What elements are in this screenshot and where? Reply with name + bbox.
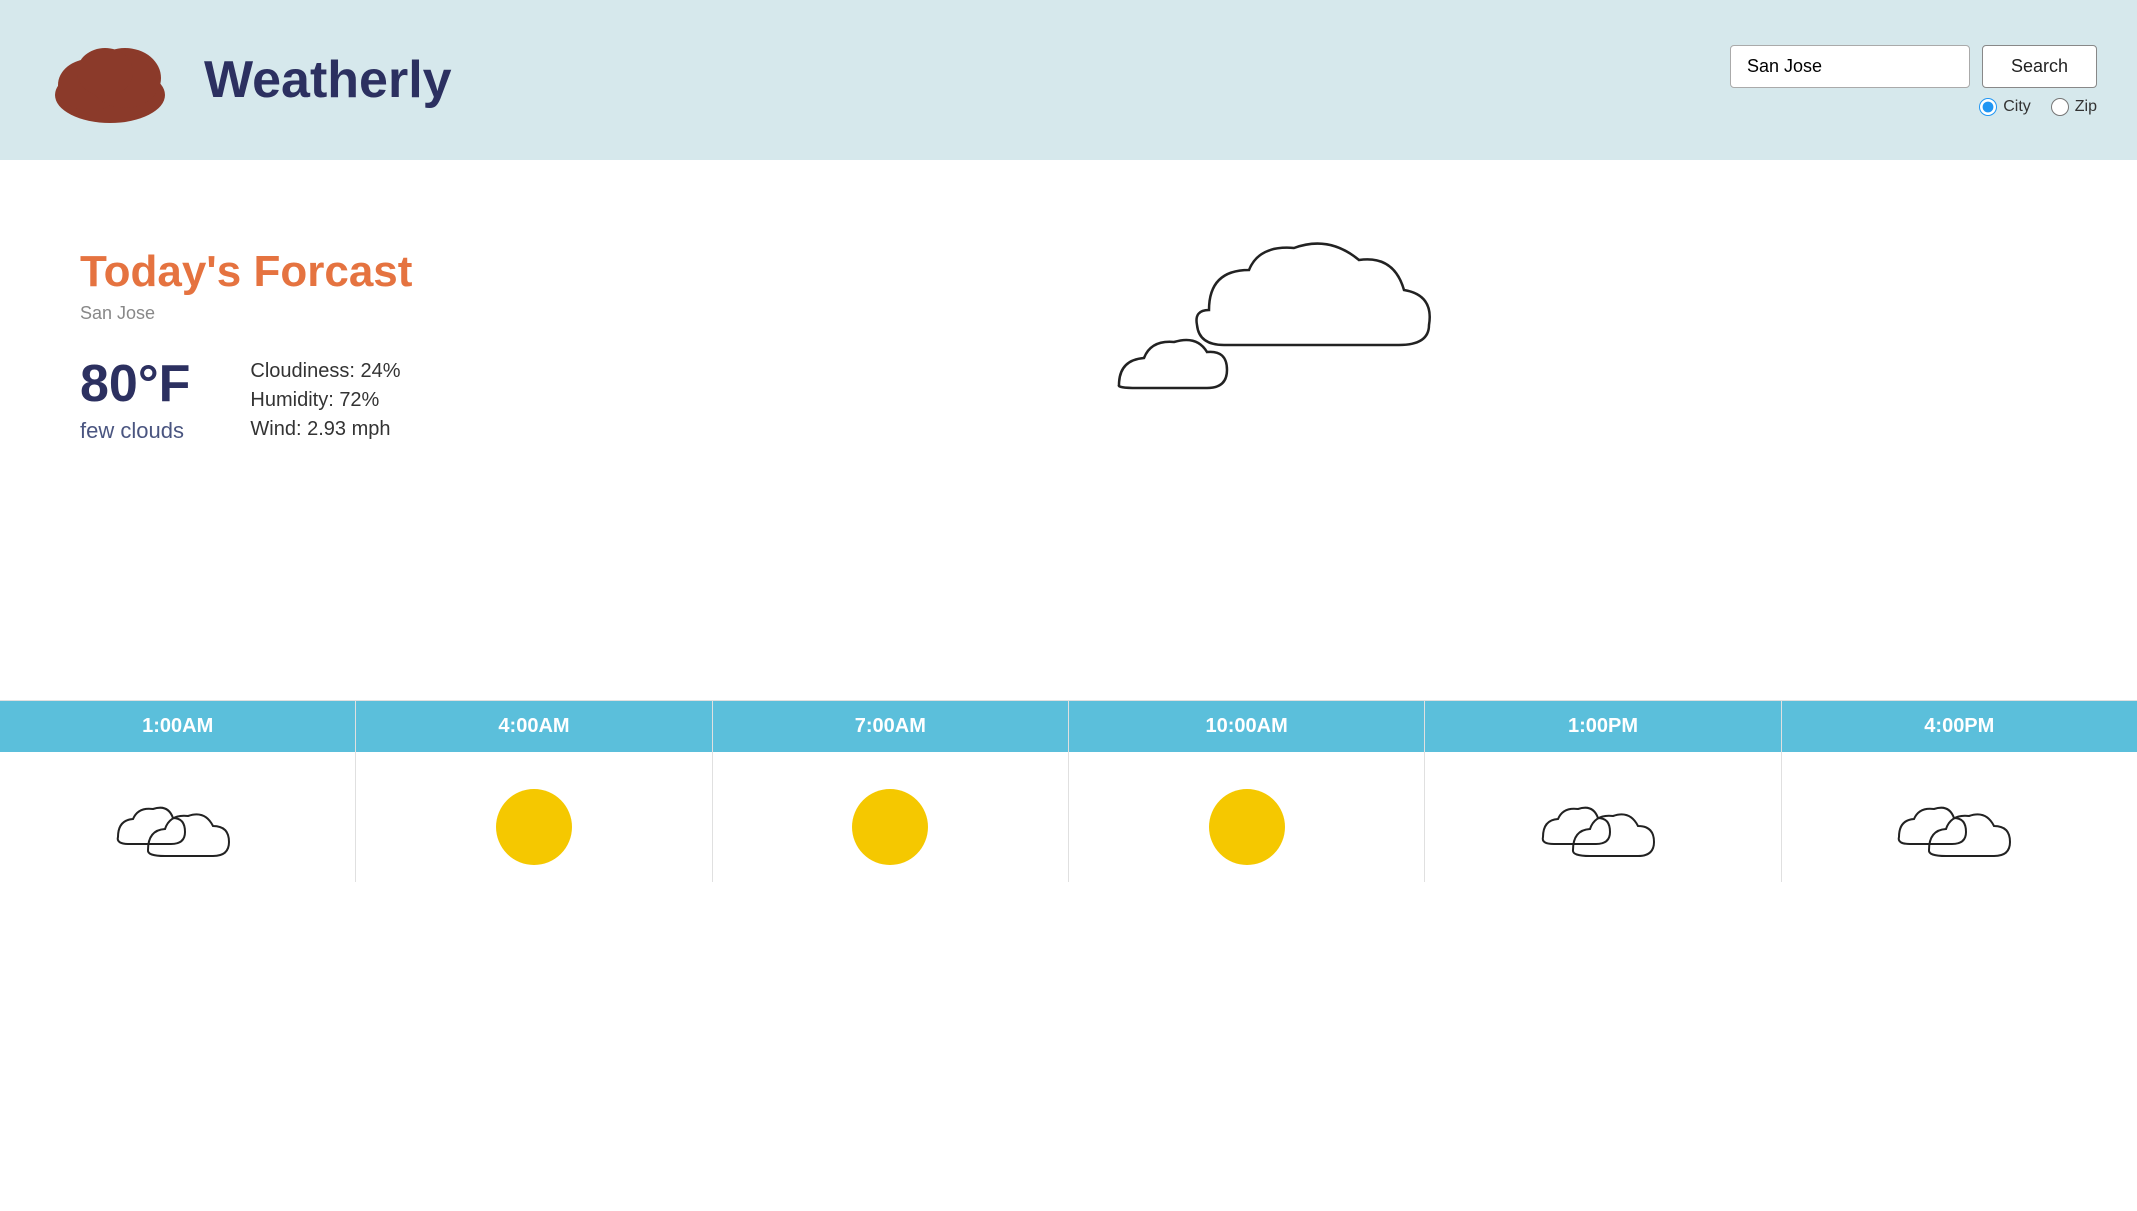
header-right: Search City Zip xyxy=(1730,45,2097,116)
search-button[interactable]: Search xyxy=(1982,45,2097,88)
hour-card: 1:00AM xyxy=(0,701,356,882)
clouds-icon xyxy=(93,752,263,872)
logo-icon xyxy=(40,30,180,130)
clouds-icon xyxy=(1518,752,1688,872)
zip-radio-text: Zip xyxy=(2075,98,2097,116)
city-radio-text: City xyxy=(2003,98,2031,116)
forecast-info: Today's Forcast San Jose 80°F few clouds… xyxy=(80,247,420,444)
hour-card: 1:00PM xyxy=(1425,701,1781,882)
sun-icon xyxy=(825,752,955,882)
city-radio-label[interactable]: City xyxy=(1979,98,2031,116)
app-title: Weatherly xyxy=(204,50,452,110)
hour-card: 7:00AM xyxy=(713,701,1069,882)
search-row: Search xyxy=(1730,45,2097,88)
hour-label: 1:00PM xyxy=(1425,701,1780,752)
hour-card: 10:00AM xyxy=(1069,701,1425,882)
main-content: Today's Forcast San Jose 80°F few clouds… xyxy=(0,160,2137,680)
humidity: Humidity: 72% xyxy=(250,389,400,412)
hour-label: 4:00PM xyxy=(1782,701,2137,752)
header: Weatherly Search City Zip xyxy=(0,0,2137,160)
clouds-icon xyxy=(1874,752,2044,872)
forecast-city: San Jose xyxy=(80,303,420,324)
city-radio[interactable] xyxy=(1979,98,1997,116)
hour-label: 10:00AM xyxy=(1069,701,1424,752)
hour-card: 4:00AM xyxy=(356,701,712,882)
hour-label: 7:00AM xyxy=(713,701,1068,752)
header-left: Weatherly xyxy=(40,30,452,130)
wind: Wind: 2.93 mph xyxy=(250,418,400,441)
condition: few clouds xyxy=(80,418,190,444)
forecast-section: Today's Forcast San Jose 80°F few clouds… xyxy=(80,200,2057,500)
cloudiness: Cloudiness: 24% xyxy=(250,360,400,383)
zip-radio[interactable] xyxy=(2051,98,2069,116)
forecast-title: Today's Forcast xyxy=(80,247,420,297)
hour-label: 1:00AM xyxy=(0,701,355,752)
hour-card: 4:00PM xyxy=(1782,701,2137,882)
sun-icon xyxy=(1182,752,1312,882)
main-cloud-svg xyxy=(1079,230,1459,460)
zip-radio-label[interactable]: Zip xyxy=(2051,98,2097,116)
temperature: 80°F xyxy=(80,354,190,414)
hour-label: 4:00AM xyxy=(356,701,711,752)
search-input[interactable] xyxy=(1730,45,1970,88)
forecast-cloud-illustration xyxy=(480,230,2057,460)
temp-row: 80°F few clouds Cloudiness: 24% Humidity… xyxy=(80,354,420,444)
temp-block: 80°F few clouds xyxy=(80,354,190,444)
radio-options: City Zip xyxy=(1979,98,2097,116)
stats-block: Cloudiness: 24% Humidity: 72% Wind: 2.93… xyxy=(250,354,400,441)
hourly-strip: 1:00AM 4:00AM 7:00AM 10:00AM xyxy=(0,700,2137,882)
sun-icon xyxy=(469,752,599,882)
